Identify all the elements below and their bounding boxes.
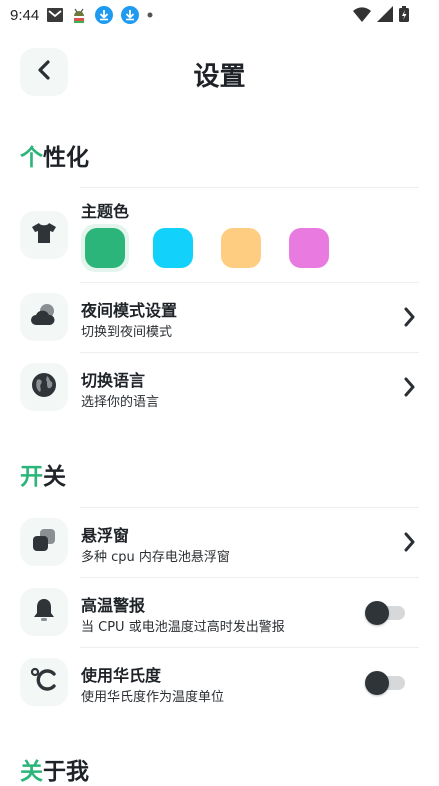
wifi-icon	[353, 6, 371, 26]
fahrenheit-row: 使用华氏度 使用华氏度作为温度单位	[0, 648, 439, 717]
section-rest: 性化	[43, 145, 89, 171]
section-title-about: 关于我	[20, 752, 89, 786]
swatch-fill	[153, 228, 193, 268]
section-accent: 开	[20, 464, 43, 490]
bell-icon	[32, 597, 56, 627]
language-title: 切换语言	[81, 371, 146, 390]
theme-color-row: 主题色	[0, 188, 439, 282]
layers-icon	[31, 527, 57, 557]
night-mode-title: 夜间模式设置	[81, 301, 178, 320]
android-icon	[71, 7, 87, 23]
fahrenheit-toggle[interactable]	[365, 671, 407, 695]
theme-color-label: 主题色	[81, 202, 130, 221]
celsius-icon	[30, 667, 58, 697]
night-mode-icon-box	[20, 293, 68, 341]
signal-icon	[377, 6, 393, 26]
chevron-right-icon	[403, 377, 415, 401]
theme-swatch-pink[interactable]	[285, 224, 333, 272]
chevron-right-icon	[403, 307, 415, 331]
swatch-fill	[85, 228, 125, 268]
theme-swatch-green[interactable]	[81, 224, 129, 272]
temp-alarm-icon-box	[20, 588, 68, 636]
section-accent: 关	[20, 759, 43, 785]
section-rest: 于我	[43, 759, 89, 785]
swatch-fill	[289, 228, 329, 268]
status-bar: 9:44	[0, 0, 439, 30]
dot-icon	[147, 12, 153, 18]
page-title: 设置	[193, 62, 246, 92]
language-row[interactable]: 切换语言 选择你的语言	[0, 353, 439, 422]
section-rest: 关	[43, 464, 66, 490]
section-title-personalize: 个性化	[20, 138, 89, 172]
temp-alarm-subtitle: 当 CPU 或电池温度过高时发出警报	[81, 620, 285, 635]
download-icon	[95, 6, 114, 24]
theme-swatch-cyan[interactable]	[149, 224, 197, 272]
fahrenheit-subtitle: 使用华氏度作为温度单位	[81, 690, 225, 705]
header: 设置	[0, 48, 439, 98]
fahrenheit-icon-box	[20, 658, 68, 706]
cloud-moon-icon	[30, 303, 58, 331]
float-window-subtitle: 多种 cpu 内存电池悬浮窗	[81, 550, 230, 565]
battery-icon	[399, 6, 409, 26]
status-time: 9:44	[10, 6, 40, 24]
night-mode-subtitle: 切换到夜间模式	[81, 325, 173, 340]
section-title-switches: 开关	[20, 457, 66, 491]
toggle-knob	[365, 601, 389, 625]
float-window-title: 悬浮窗	[81, 526, 130, 545]
globe-icon	[31, 372, 57, 402]
theme-icon-box	[20, 211, 68, 259]
download-icon	[121, 6, 140, 24]
chevron-right-icon	[403, 532, 415, 556]
fahrenheit-title: 使用华氏度	[81, 666, 162, 685]
temp-alarm-title: 高温警报	[81, 596, 146, 615]
night-mode-row[interactable]: 夜间模式设置 切换到夜间模式	[0, 283, 439, 352]
theme-swatch-orange[interactable]	[217, 224, 265, 272]
float-window-row[interactable]: 悬浮窗 多种 cpu 内存电池悬浮窗	[0, 508, 439, 577]
toggle-knob	[365, 671, 389, 695]
temp-alarm-row: 高温警报 当 CPU 或电池温度过高时发出警报	[0, 578, 439, 647]
temp-alarm-toggle[interactable]	[365, 601, 407, 625]
float-window-icon-box	[20, 518, 68, 566]
section-accent: 个	[20, 145, 43, 171]
language-icon-box	[20, 363, 68, 411]
gmail-icon	[47, 8, 64, 22]
language-subtitle: 选择你的语言	[81, 395, 160, 410]
swatch-fill	[221, 228, 261, 268]
tshirt-icon	[31, 222, 57, 248]
